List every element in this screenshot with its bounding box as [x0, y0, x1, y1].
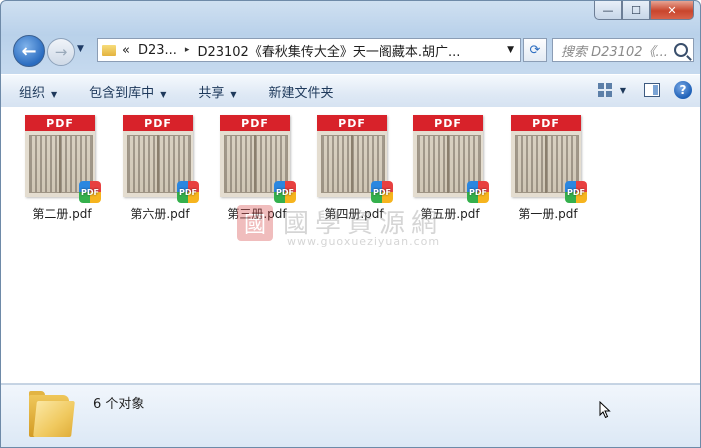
address-bar[interactable]: « D23... ▸ D23102《春秋集传大全》天一阁藏本.胡广... ▼: [97, 38, 521, 62]
pdf-thumbnail: PDF PDF: [413, 115, 489, 203]
command-bar: 组织 ▼ 包含到库中 ▼ 共享 ▼ 新建文件夹 ▼ ?: [1, 74, 700, 108]
view-options-chevron-icon[interactable]: ▼: [620, 86, 626, 95]
new-folder-button[interactable]: 新建文件夹: [269, 82, 334, 101]
item-count: 6 个对象: [93, 397, 145, 412]
file-name: 第一册.pdf: [518, 207, 578, 221]
address-overflow-chevron[interactable]: «: [122, 43, 130, 58]
pdf-band-label: PDF: [317, 115, 387, 131]
pdf-band-label: PDF: [25, 115, 95, 131]
pdf-band-label: PDF: [413, 115, 483, 131]
pdf-thumbnail: PDF PDF: [220, 115, 296, 203]
watermark: 國 國學資源網 www.guoxueziyuan.com: [237, 205, 467, 251]
close-button[interactable]: ✕: [650, 1, 694, 20]
pdf-band-label: PDF: [511, 115, 581, 131]
watermark-seal-icon: 國: [237, 205, 273, 241]
pdf-app-icon: PDF: [371, 181, 393, 203]
chevron-down-icon: ▼: [230, 89, 237, 99]
explorer-window: — ☐ ✕ ← → ▼ « D23... ▸ D23102《春秋集传大全》天一阁…: [0, 0, 701, 448]
command-bar-right: ▼ ?: [597, 81, 692, 99]
refresh-button[interactable]: ⟳: [523, 38, 547, 62]
details-pane: 6 个对象: [1, 384, 700, 447]
file-name: 第二册.pdf: [32, 207, 92, 221]
pdf-app-icon: PDF: [177, 181, 199, 203]
file-item[interactable]: PDF PDF 第一册.pdf: [501, 115, 587, 223]
pdf-thumbnail: PDF PDF: [25, 115, 101, 203]
breadcrumb-current[interactable]: D23102《春秋集传大全》天一阁藏本.胡广...: [197, 41, 460, 60]
include-library-menu[interactable]: 包含到库中 ▼: [89, 82, 166, 101]
file-name: 第六册.pdf: [130, 207, 190, 221]
chevron-down-icon: ▼: [51, 89, 58, 99]
file-list[interactable]: PDFPDF 第二册.pdf PDFPDF 第六册.pdf PDFPDF 第三册…: [1, 107, 700, 384]
help-icon[interactable]: ?: [674, 81, 692, 99]
breadcrumb-separator-icon[interactable]: ▸: [185, 45, 190, 55]
search-icon[interactable]: [674, 43, 688, 57]
pdf-app-icon: PDF: [274, 181, 296, 203]
back-button[interactable]: ←: [13, 35, 45, 67]
maximize-button[interactable]: ☐: [622, 1, 650, 20]
pdf-app-icon: PDF: [79, 181, 101, 203]
folder-icon: [29, 391, 75, 437]
chevron-down-icon: ▼: [160, 89, 167, 99]
pdf-band-label: PDF: [123, 115, 193, 131]
pdf-thumbnail: PDF PDF: [511, 115, 587, 203]
address-dropdown-icon[interactable]: ▼: [507, 45, 514, 55]
change-view-icon[interactable]: [597, 83, 614, 97]
caption-buttons: — ☐ ✕: [594, 1, 694, 20]
pdf-thumbnail: PDF PDF: [317, 115, 393, 203]
include-library-label: 包含到库中: [89, 85, 155, 101]
preview-pane-icon[interactable]: [644, 83, 660, 97]
watermark-url: www.guoxueziyuan.com: [287, 235, 441, 248]
minimize-button[interactable]: —: [594, 1, 622, 20]
mouse-cursor-icon: [599, 401, 611, 419]
pdf-band-label: PDF: [220, 115, 290, 131]
address-row: ← → ▼ « D23... ▸ D23102《春秋集传大全》天一阁藏本.胡广.…: [9, 31, 694, 71]
pdf-thumbnail: PDF PDF: [123, 115, 199, 203]
share-label: 共享: [198, 85, 225, 101]
organize-label: 组织: [19, 85, 46, 101]
share-menu[interactable]: 共享 ▼: [198, 82, 236, 101]
search-input[interactable]: 搜索 D23102《...: [552, 38, 694, 62]
search-placeholder: 搜索 D23102《...: [561, 44, 668, 60]
pdf-app-icon: PDF: [467, 181, 489, 203]
recent-pages-dropdown[interactable]: ▼: [77, 44, 84, 54]
breadcrumb-parent[interactable]: D23...: [138, 43, 177, 58]
folder-icon: [102, 44, 116, 56]
forward-button[interactable]: →: [47, 38, 75, 66]
pdf-app-icon: PDF: [565, 181, 587, 203]
file-item[interactable]: PDF PDF 第二册.pdf: [15, 115, 101, 223]
file-item[interactable]: PDF PDF 第六册.pdf: [113, 115, 199, 223]
organize-menu[interactable]: 组织 ▼: [19, 82, 57, 101]
